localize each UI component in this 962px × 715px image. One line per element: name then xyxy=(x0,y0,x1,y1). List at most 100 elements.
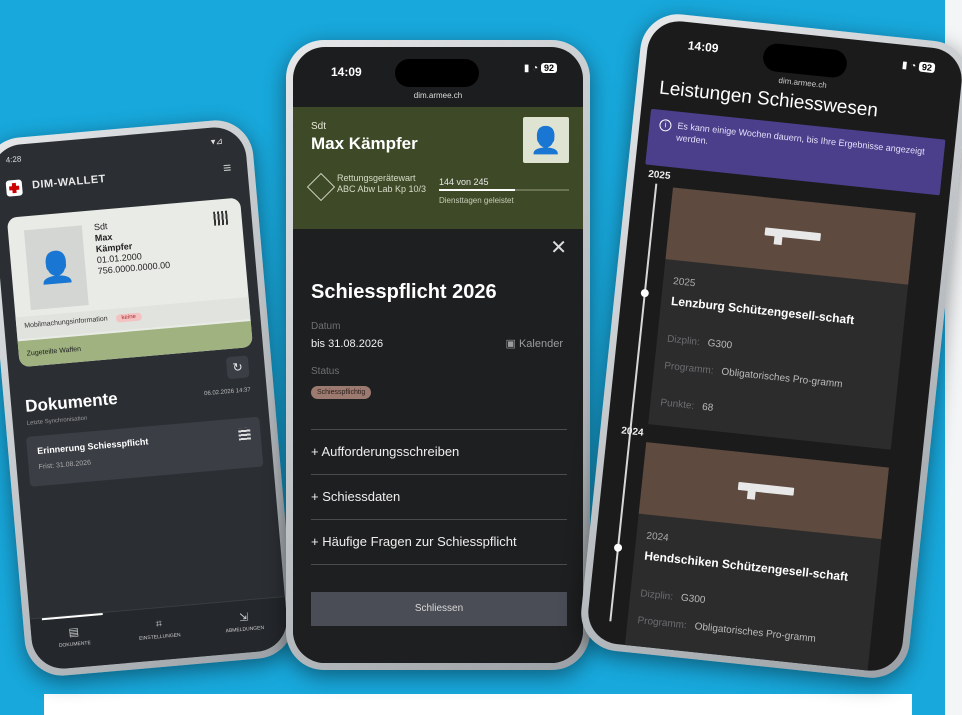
schiesspflicht-screen: 14:09 ▮ ◔ 92 dim.armee.ch Sdt Max Kämpfe… xyxy=(293,47,583,663)
divider xyxy=(311,564,567,565)
service-days-label: Diensttagen geleistet xyxy=(439,196,514,205)
sync-date: 06.02.2026 14:37 xyxy=(203,387,252,398)
programm-label: Programm: xyxy=(663,360,715,377)
phone-right: 14:09 ▮ ◔ 92 dim.armee.ch Leistungen Sch… xyxy=(577,10,962,682)
calendar-button[interactable]: ▣ Kalender xyxy=(506,337,564,350)
status-label: Status xyxy=(311,366,340,377)
document-deadline: Frist: 31.08.2026 xyxy=(38,459,92,471)
hamburger-menu-icon[interactable]: ≡ xyxy=(222,159,232,176)
qr-code-icon[interactable] xyxy=(213,210,229,226)
document-title: Erinnerung Schiesspflicht xyxy=(36,436,149,457)
battery-level: 92 xyxy=(540,63,557,73)
signal-wifi-icon: ▮ ◔ xyxy=(523,63,541,74)
documents-title: Dokumente xyxy=(24,388,119,416)
disziplin-value: G300 xyxy=(707,337,733,352)
programm-row: Programm: Obligatorisches Pro-gramm xyxy=(664,360,884,397)
result-card[interactable]: 2024 Hendschiken Schützengesell-schaft D… xyxy=(621,442,889,674)
service-days-progress xyxy=(439,189,569,191)
nav-abmeldungen[interactable]: ⇲ ABMELDUNGEN xyxy=(200,597,290,656)
bottom-navigation: ▤ DOKUMENTE ⌗ EINSTELLUNGEN ⇲ ABMELDUNGEN xyxy=(29,596,290,672)
status-icons: ▾⊿ xyxy=(210,135,224,147)
swiss-cross-icon xyxy=(5,179,23,197)
info-text: Es kann einige Wochen dauern, bis Ihre E… xyxy=(675,120,926,157)
dim-wallet-screen: 4:28 ▾⊿ DIM-WALLET ≡ 👤 Sdt Max Kämpfer 0… xyxy=(0,124,290,672)
punkte-row: Punkte: 68 xyxy=(660,397,714,413)
nav-label: DOKUMENTE xyxy=(58,640,92,649)
disziplin-label: Dizplin: xyxy=(666,333,701,349)
programm-label: Programm: xyxy=(636,615,688,632)
status-time: 14:09 xyxy=(687,38,720,56)
rifle-icon xyxy=(737,481,795,496)
status-time: 14:09 xyxy=(331,65,362,79)
accordion-schiessdaten[interactable]: + Schiessdaten xyxy=(311,474,567,519)
rifle-icon xyxy=(764,227,822,242)
modal-title: Schiesspflicht 2026 xyxy=(311,281,497,303)
timeline-year: 2025 xyxy=(647,168,671,183)
nav-einstellungen[interactable]: ⌗ EINSTELLUNGEN xyxy=(115,604,205,663)
service-days-progress-fill xyxy=(439,189,516,191)
datum-value: bis 31.08.2026 xyxy=(311,338,384,350)
phone-left: 4:28 ▾⊿ DIM-WALLET ≡ 👤 Sdt Max Kämpfer 0… xyxy=(0,117,298,679)
soldier-function: Rettungsgerätewart ABC Abw Lab Kp 10/3 xyxy=(337,173,427,194)
service-days-count: 144 von 245 xyxy=(439,177,489,187)
phone-center: 14:09 ▮ ◔ 92 dim.armee.ch Sdt Max Kämpfe… xyxy=(286,40,590,670)
programm-row: Programm: Obligatorisches Pro-gramm xyxy=(637,614,857,651)
punkte-value: 72 xyxy=(674,656,688,669)
browser-url[interactable]: dim.armee.ch xyxy=(293,91,583,100)
mobilization-badge: keine xyxy=(115,312,143,323)
calendar-icon: ▣ xyxy=(505,338,519,350)
background-bottom-strip xyxy=(44,694,912,715)
close-button[interactable]: Schliessen xyxy=(311,592,567,626)
status-badge: Schiesspflichtig xyxy=(311,386,372,399)
timeline-year: 2024 xyxy=(620,425,644,439)
leistungen-screen: 14:09 ▮ ◔ 92 dim.armee.ch Leistungen Sch… xyxy=(585,18,962,674)
nav-dokumente[interactable]: ▤ DOKUMENTE xyxy=(30,612,120,671)
refresh-icon[interactable]: ↻ xyxy=(225,355,250,380)
club-name: Hendschiken Schützengesell-schaft xyxy=(643,548,849,584)
nav-label: EINSTELLUNGEN xyxy=(138,632,181,642)
disziplin-label: Dizplin: xyxy=(639,588,674,603)
settings-icon: ⌗ xyxy=(155,617,163,631)
result-card[interactable]: 2025 Lenzburg Schützengesell-schaft Dizp… xyxy=(648,187,916,450)
programm-value: Obligatorisches Pro-gramm xyxy=(694,621,817,645)
info-icon: i xyxy=(658,118,673,132)
punkte-label: Punkte: xyxy=(633,651,668,667)
timeline-dot xyxy=(640,288,650,298)
status-icons: ▮ ◔ 92 xyxy=(524,63,557,74)
unit-emblem-icon xyxy=(306,172,336,202)
timeline-dot xyxy=(613,543,623,553)
card-image xyxy=(638,442,889,540)
sync-label: Letzte Synchronisation xyxy=(26,415,88,427)
card-year: 2025 xyxy=(672,276,696,290)
datum-label: Datum xyxy=(311,321,341,332)
info-banner: i Es kann einige Wochen dauern, bis Ihre… xyxy=(645,108,946,196)
punkte-value: 68 xyxy=(701,401,714,414)
card-year: 2024 xyxy=(645,530,670,544)
soldier-rank: Sdt xyxy=(311,121,327,132)
punkte-row: Punkte: 72 xyxy=(633,652,687,668)
calendar-label: Kalender xyxy=(518,338,563,350)
status-time: 4:28 xyxy=(5,154,22,165)
dynamic-island xyxy=(395,59,479,87)
mobilization-label: Mobilmachungsinformation xyxy=(24,315,108,330)
soldier-avatar-icon: 👤 xyxy=(23,225,89,311)
club-name: Lenzburg Schützengesell-schaft xyxy=(670,293,855,328)
app-title: DIM-WALLET xyxy=(31,173,107,192)
dynamic-island xyxy=(761,42,849,79)
document-icon: ▤ xyxy=(68,626,80,640)
signal-wifi-icon: ▮ ◔ xyxy=(901,59,920,73)
programm-value: Obligatorisches Pro-gramm xyxy=(720,366,844,391)
accordion-aufforderungsschreiben[interactable]: + Aufforderungsschreiben xyxy=(311,429,567,474)
id-details: Sdt Max Kämpfer 01.01.2000 756.0000.0000… xyxy=(94,216,171,277)
status-icons: ▮ ◔ 92 xyxy=(901,59,936,74)
punkte-label: Punkte: xyxy=(659,397,695,412)
id-card[interactable]: 👤 Sdt Max Kämpfer 01.01.2000 756.0000.00… xyxy=(6,197,253,368)
close-icon[interactable]: ✕ xyxy=(550,235,567,260)
soldier-avatar-icon: 👤 xyxy=(523,117,569,163)
document-item[interactable]: Erinnerung Schiesspflicht Frist: 31.08.2… xyxy=(25,416,264,487)
battery-level: 92 xyxy=(918,61,936,74)
accordion-haeufige-fragen[interactable]: + Häufige Fragen zur Schiesspflicht xyxy=(311,519,567,564)
nav-label: ABMELDUNGEN xyxy=(225,624,265,635)
card-image xyxy=(665,187,916,285)
logout-icon: ⇲ xyxy=(238,611,249,625)
